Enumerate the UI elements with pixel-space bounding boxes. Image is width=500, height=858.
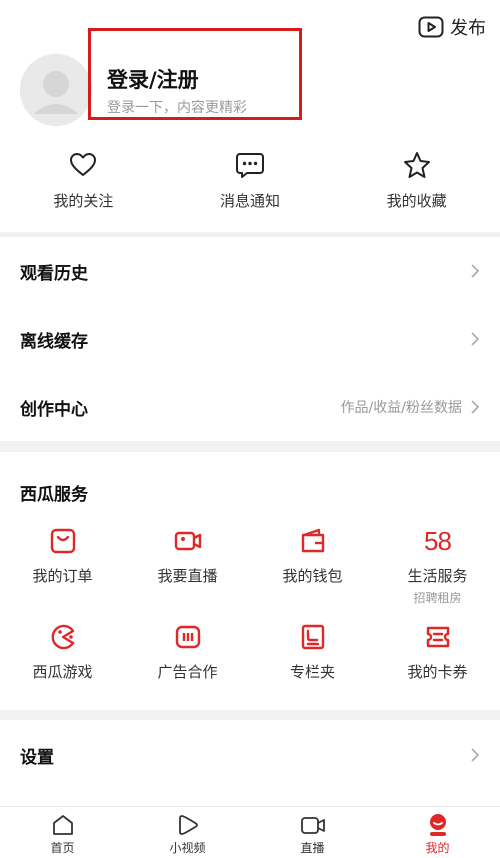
service-columns[interactable]: 专栏夹 bbox=[250, 623, 375, 693]
publish-button[interactable]: 发布 bbox=[418, 14, 486, 40]
quick-action-messages[interactable]: 消息通知 bbox=[167, 150, 334, 220]
service-wallet[interactable]: 我的钱包 bbox=[250, 527, 375, 597]
list-item-label: 设置 bbox=[20, 747, 54, 768]
service-label: 我要直播 bbox=[157, 567, 218, 585]
58-icon: 58 bbox=[424, 526, 452, 556]
service-my-orders[interactable]: 我的订单 bbox=[0, 527, 125, 597]
login-register-link[interactable]: 登录/注册 bbox=[107, 64, 199, 94]
nav-home[interactable]: 首页 bbox=[0, 807, 125, 858]
chevron-right-icon bbox=[471, 332, 480, 346]
default-avatar-icon bbox=[20, 54, 92, 126]
list-item-settings[interactable]: 设置 bbox=[0, 720, 500, 790]
login-subtitle: 登录一下，内容更精彩 bbox=[107, 100, 247, 116]
nav-short-video[interactable]: 小视频 bbox=[125, 807, 250, 858]
avatar[interactable] bbox=[20, 54, 92, 126]
service-games[interactable]: 西瓜游戏 bbox=[0, 623, 125, 693]
service-label: 我的钱包 bbox=[282, 567, 343, 585]
quick-action-favorites[interactable]: 我的收藏 bbox=[333, 150, 500, 220]
home-icon bbox=[52, 815, 73, 835]
game-icon bbox=[51, 624, 74, 650]
bottom-nav: 首页 小视频 直播 我的 bbox=[0, 806, 500, 858]
creator-center-hint: 作品/收益/粉丝数据 bbox=[340, 400, 462, 416]
quick-action-label: 我的关注 bbox=[53, 192, 114, 210]
service-ad-cooperation[interactable]: 广告合作 bbox=[125, 623, 250, 693]
column-icon bbox=[301, 624, 324, 650]
video-publish-icon bbox=[418, 16, 444, 38]
nav-live[interactable]: 直播 bbox=[250, 807, 375, 858]
chevron-right-icon bbox=[471, 264, 480, 278]
settings-section: 设置 bbox=[0, 720, 500, 806]
menu-list: 观看历史 离线缓存 创作中心 作品/收益/粉丝数据 bbox=[0, 237, 500, 441]
chevron-right-icon bbox=[471, 748, 480, 762]
service-label: 西瓜游戏 bbox=[32, 663, 93, 681]
service-coupons[interactable]: 我的卡券 bbox=[375, 623, 500, 693]
list-item-right bbox=[470, 264, 480, 278]
wallet-icon bbox=[301, 528, 324, 553]
camera-icon bbox=[300, 817, 325, 834]
chevron-right-icon bbox=[471, 400, 480, 414]
list-item-creator-center[interactable]: 创作中心 作品/收益/粉丝数据 bbox=[0, 373, 500, 441]
list-item-right bbox=[470, 332, 480, 346]
play-icon bbox=[178, 815, 198, 835]
ad-icon bbox=[175, 625, 200, 649]
nav-label: 小视频 bbox=[169, 841, 206, 855]
list-item-label: 创作中心 bbox=[20, 399, 88, 420]
heart-icon bbox=[70, 153, 97, 176]
profile-screen: 发布 登录/注册 登录一下，内容更精彩 我的关注 消息通知 我的收藏 观看历史 … bbox=[0, 0, 500, 858]
service-label: 我的订单 bbox=[32, 567, 93, 585]
service-label: 专栏夹 bbox=[289, 663, 335, 681]
publish-label: 发布 bbox=[450, 18, 486, 39]
list-item-watch-history[interactable]: 观看历史 bbox=[0, 237, 500, 305]
coupon-icon bbox=[426, 626, 449, 648]
nav-label: 我的 bbox=[425, 841, 450, 855]
service-label: 我的卡券 bbox=[407, 663, 468, 681]
nav-label: 直播 bbox=[300, 841, 325, 855]
nav-mine[interactable]: 我的 bbox=[375, 807, 500, 858]
live-camera-icon bbox=[174, 531, 201, 551]
quick-action-label: 消息通知 bbox=[220, 192, 281, 210]
service-sublabel: 招聘租房 bbox=[413, 591, 462, 605]
quick-action-follow[interactable]: 我的关注 bbox=[0, 150, 167, 220]
order-icon bbox=[50, 528, 75, 554]
service-label: 生活服务 bbox=[407, 567, 468, 585]
services-title: 西瓜服务 bbox=[20, 485, 88, 505]
services-section: 西瓜服务 我的订单 我要直播 我的钱包 58 生活服务 招聘租房 西瓜游戏 广告… bbox=[0, 452, 500, 710]
quick-action-label: 我的收藏 bbox=[386, 192, 447, 210]
message-icon bbox=[236, 153, 264, 178]
star-icon bbox=[403, 152, 430, 178]
list-item-label: 离线缓存 bbox=[20, 331, 88, 352]
profile-icon bbox=[429, 814, 446, 836]
list-item-right bbox=[470, 748, 480, 762]
quick-actions: 我的关注 消息通知 我的收藏 bbox=[0, 150, 500, 220]
list-item-offline-cache[interactable]: 离线缓存 bbox=[0, 305, 500, 373]
service-label: 广告合作 bbox=[157, 663, 218, 681]
services-grid: 我的订单 我要直播 我的钱包 58 生活服务 招聘租房 西瓜游戏 广告合作 专栏… bbox=[0, 527, 500, 693]
service-life-services[interactable]: 58 生活服务 招聘租房 bbox=[375, 526, 500, 605]
profile-header: 发布 登录/注册 登录一下，内容更精彩 我的关注 消息通知 我的收藏 bbox=[0, 0, 500, 232]
list-item-label: 观看历史 bbox=[20, 263, 88, 284]
nav-label: 首页 bbox=[50, 841, 75, 855]
service-go-live[interactable]: 我要直播 bbox=[125, 527, 250, 597]
list-item-right: 作品/收益/粉丝数据 bbox=[341, 397, 480, 417]
